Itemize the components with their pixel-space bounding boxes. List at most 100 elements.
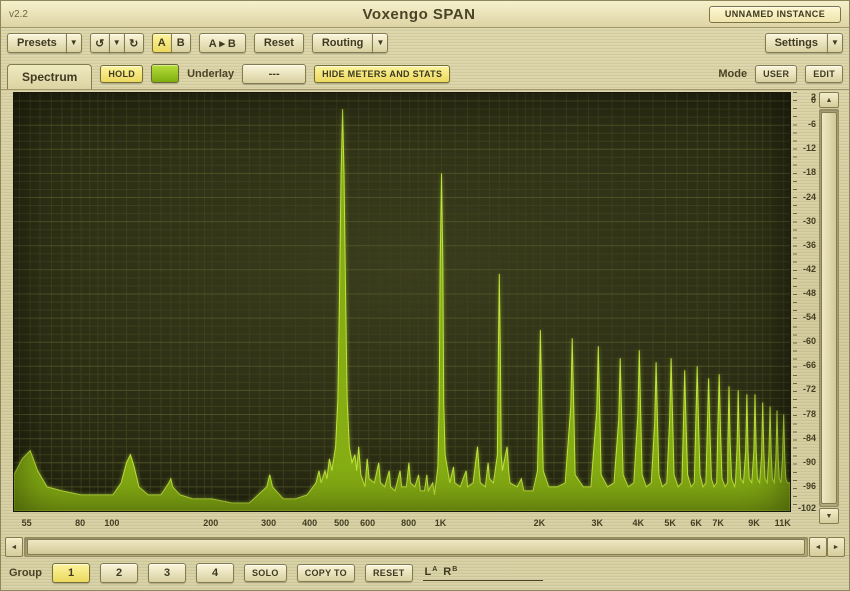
freq-tick-label: 1K bbox=[435, 518, 447, 528]
arrow-left-icon: ◄ bbox=[11, 544, 18, 551]
settings-dropdown-button[interactable]: ▼ bbox=[827, 33, 843, 53]
freq-tick-label: 6K bbox=[690, 518, 702, 528]
db-tick-label: -12 bbox=[803, 143, 816, 153]
freq-tick-label: 5K bbox=[664, 518, 676, 528]
horizontal-scrollbar[interactable]: ◄ ◄ ► bbox=[5, 537, 845, 557]
redo-button[interactable]: ↻ bbox=[124, 33, 144, 53]
freq-tick-label: 100 bbox=[104, 518, 119, 528]
group-button-1[interactable]: 1 bbox=[52, 563, 90, 583]
db-tick-label: -6 bbox=[808, 119, 816, 129]
db-tick-label: -42 bbox=[803, 264, 816, 274]
freq-tick-label: 500 bbox=[334, 518, 349, 528]
arrow-up-icon: ▲ bbox=[826, 97, 833, 104]
db-scale: 20-6-12-18-24-30-36-42-48-54-60-66-72-78… bbox=[793, 92, 818, 516]
mode-edit-button[interactable]: EDIT bbox=[805, 65, 843, 83]
undo-icon: ↺ bbox=[95, 37, 104, 50]
group-label: Group bbox=[9, 567, 42, 579]
channel-sub-label: A bbox=[432, 566, 437, 573]
underlay-label: Underlay bbox=[187, 68, 234, 80]
frequency-scale: 55 80 100 200 300 400 500 600 800 1K 2K 3K 4K 5K 6K 7K 9… bbox=[13, 514, 791, 534]
horizontal-scroll-thumb[interactable] bbox=[27, 539, 805, 555]
db-tick-marks bbox=[793, 92, 797, 512]
underlay-select[interactable]: --- bbox=[242, 64, 306, 84]
app-title: Voxengo SPAN bbox=[129, 6, 709, 23]
db-tick-label: -60 bbox=[803, 336, 816, 346]
spectrum-color-swatch[interactable] bbox=[151, 64, 179, 83]
scroll-up-button[interactable]: ▲ bbox=[819, 92, 839, 108]
vertical-scroll-track[interactable] bbox=[819, 109, 839, 507]
chevron-down-icon: ▼ bbox=[113, 39, 121, 47]
solo-button[interactable]: SOLO bbox=[244, 564, 287, 582]
reset-button[interactable]: Reset bbox=[254, 33, 304, 53]
routing-button[interactable]: Routing bbox=[312, 33, 374, 53]
display-area: 20-6-12-18-24-30-36-42-48-54-60-66-72-78… bbox=[1, 89, 849, 556]
freq-tick-label: 800 bbox=[401, 518, 416, 528]
presets-dropdown-button[interactable]: ▼ bbox=[66, 33, 82, 53]
routing-dropdown-button[interactable]: ▼ bbox=[372, 33, 388, 53]
chevron-down-icon: ▼ bbox=[70, 39, 78, 47]
db-tick-label: -18 bbox=[803, 167, 816, 177]
plugin-window: v2.2 Voxengo SPAN UNNAMED INSTANCE Prese… bbox=[0, 0, 850, 591]
mode-label: Mode bbox=[718, 68, 747, 80]
freq-tick-label: 11K bbox=[775, 518, 791, 528]
freq-tick-label: 600 bbox=[360, 518, 375, 528]
vertical-scrollbar[interactable]: ▲ ▼ bbox=[819, 92, 839, 524]
arrow-left-icon: ◄ bbox=[815, 544, 822, 551]
group-row: Group 1 2 3 4 SOLO COPY TO RESET LA RB bbox=[1, 556, 849, 590]
freq-tick-label: 2K bbox=[534, 518, 546, 528]
db-tick-label: 0 bbox=[811, 95, 816, 105]
ab-a-button[interactable]: A bbox=[152, 33, 172, 53]
presets-button[interactable]: Presets bbox=[7, 33, 67, 53]
freq-tick-label: 7K bbox=[712, 518, 724, 528]
db-tick-label: -72 bbox=[803, 384, 816, 394]
group-button-2[interactable]: 2 bbox=[100, 563, 138, 583]
history-dropdown-button[interactable]: ▼ bbox=[109, 33, 125, 53]
freq-tick-label: 200 bbox=[203, 518, 218, 528]
scroll-left-button[interactable]: ◄ bbox=[5, 537, 23, 557]
vertical-scroll-thumb[interactable] bbox=[821, 112, 837, 504]
a-to-b-copy-button[interactable]: A ▸ B bbox=[199, 33, 246, 53]
undo-button[interactable]: ↺ bbox=[90, 33, 110, 53]
scroll-right-button[interactable]: ► bbox=[827, 537, 845, 557]
settings-button[interactable]: Settings bbox=[765, 33, 828, 53]
freq-tick-label: 80 bbox=[75, 518, 85, 528]
freq-tick-label: 4K bbox=[633, 518, 645, 528]
instance-name-button[interactable]: UNNAMED INSTANCE bbox=[709, 6, 841, 23]
group-reset-button[interactable]: RESET bbox=[365, 564, 413, 582]
ab-b-button[interactable]: B bbox=[171, 33, 191, 53]
freq-tick-label: 3K bbox=[592, 518, 604, 528]
db-tick-label: -30 bbox=[803, 216, 816, 226]
spectrum-display[interactable] bbox=[13, 92, 791, 512]
chevron-down-icon: ▼ bbox=[831, 39, 839, 47]
arrow-right-icon: ► bbox=[833, 544, 840, 551]
spectrum-plot[interactable] bbox=[14, 93, 790, 511]
group-name-field[interactable]: LA RB bbox=[423, 565, 543, 581]
db-tick-label: -102 bbox=[798, 503, 816, 513]
title-bar: v2.2 Voxengo SPAN UNNAMED INSTANCE bbox=[1, 1, 849, 28]
db-tick-label: -78 bbox=[803, 409, 816, 419]
scroll-left-end-button[interactable]: ◄ bbox=[809, 537, 827, 557]
channel-label: L bbox=[425, 566, 432, 578]
copy-to-button[interactable]: COPY TO bbox=[297, 564, 355, 582]
channel-label: R bbox=[443, 566, 451, 578]
freq-tick-label: 9K bbox=[748, 518, 760, 528]
tab-spectrum[interactable]: Spectrum bbox=[7, 64, 92, 89]
redo-icon: ↻ bbox=[129, 37, 138, 50]
group-button-3[interactable]: 3 bbox=[148, 563, 186, 583]
horizontal-scroll-track[interactable] bbox=[24, 537, 808, 557]
group-button-4[interactable]: 4 bbox=[196, 563, 234, 583]
version-label: v2.2 bbox=[9, 9, 129, 20]
db-tick-label: -96 bbox=[803, 481, 816, 491]
freq-tick-label: 300 bbox=[261, 518, 276, 528]
hide-meters-button[interactable]: HIDE METERS AND STATS bbox=[314, 65, 450, 83]
chevron-down-icon: ▼ bbox=[376, 39, 384, 47]
hold-button[interactable]: HOLD bbox=[100, 65, 143, 83]
freq-tick-label: 55 bbox=[22, 518, 32, 528]
db-tick-label: -66 bbox=[803, 360, 816, 370]
db-tick-label: -90 bbox=[803, 457, 816, 467]
scroll-down-button[interactable]: ▼ bbox=[819, 508, 839, 524]
mode-user-button[interactable]: USER bbox=[755, 65, 797, 83]
db-tick-label: -84 bbox=[803, 433, 816, 443]
toolbar: Presets ▼ ↺ ▼ ↻ A B A ▸ B Reset Routing … bbox=[1, 28, 849, 58]
freq-tick-label: 400 bbox=[302, 518, 317, 528]
